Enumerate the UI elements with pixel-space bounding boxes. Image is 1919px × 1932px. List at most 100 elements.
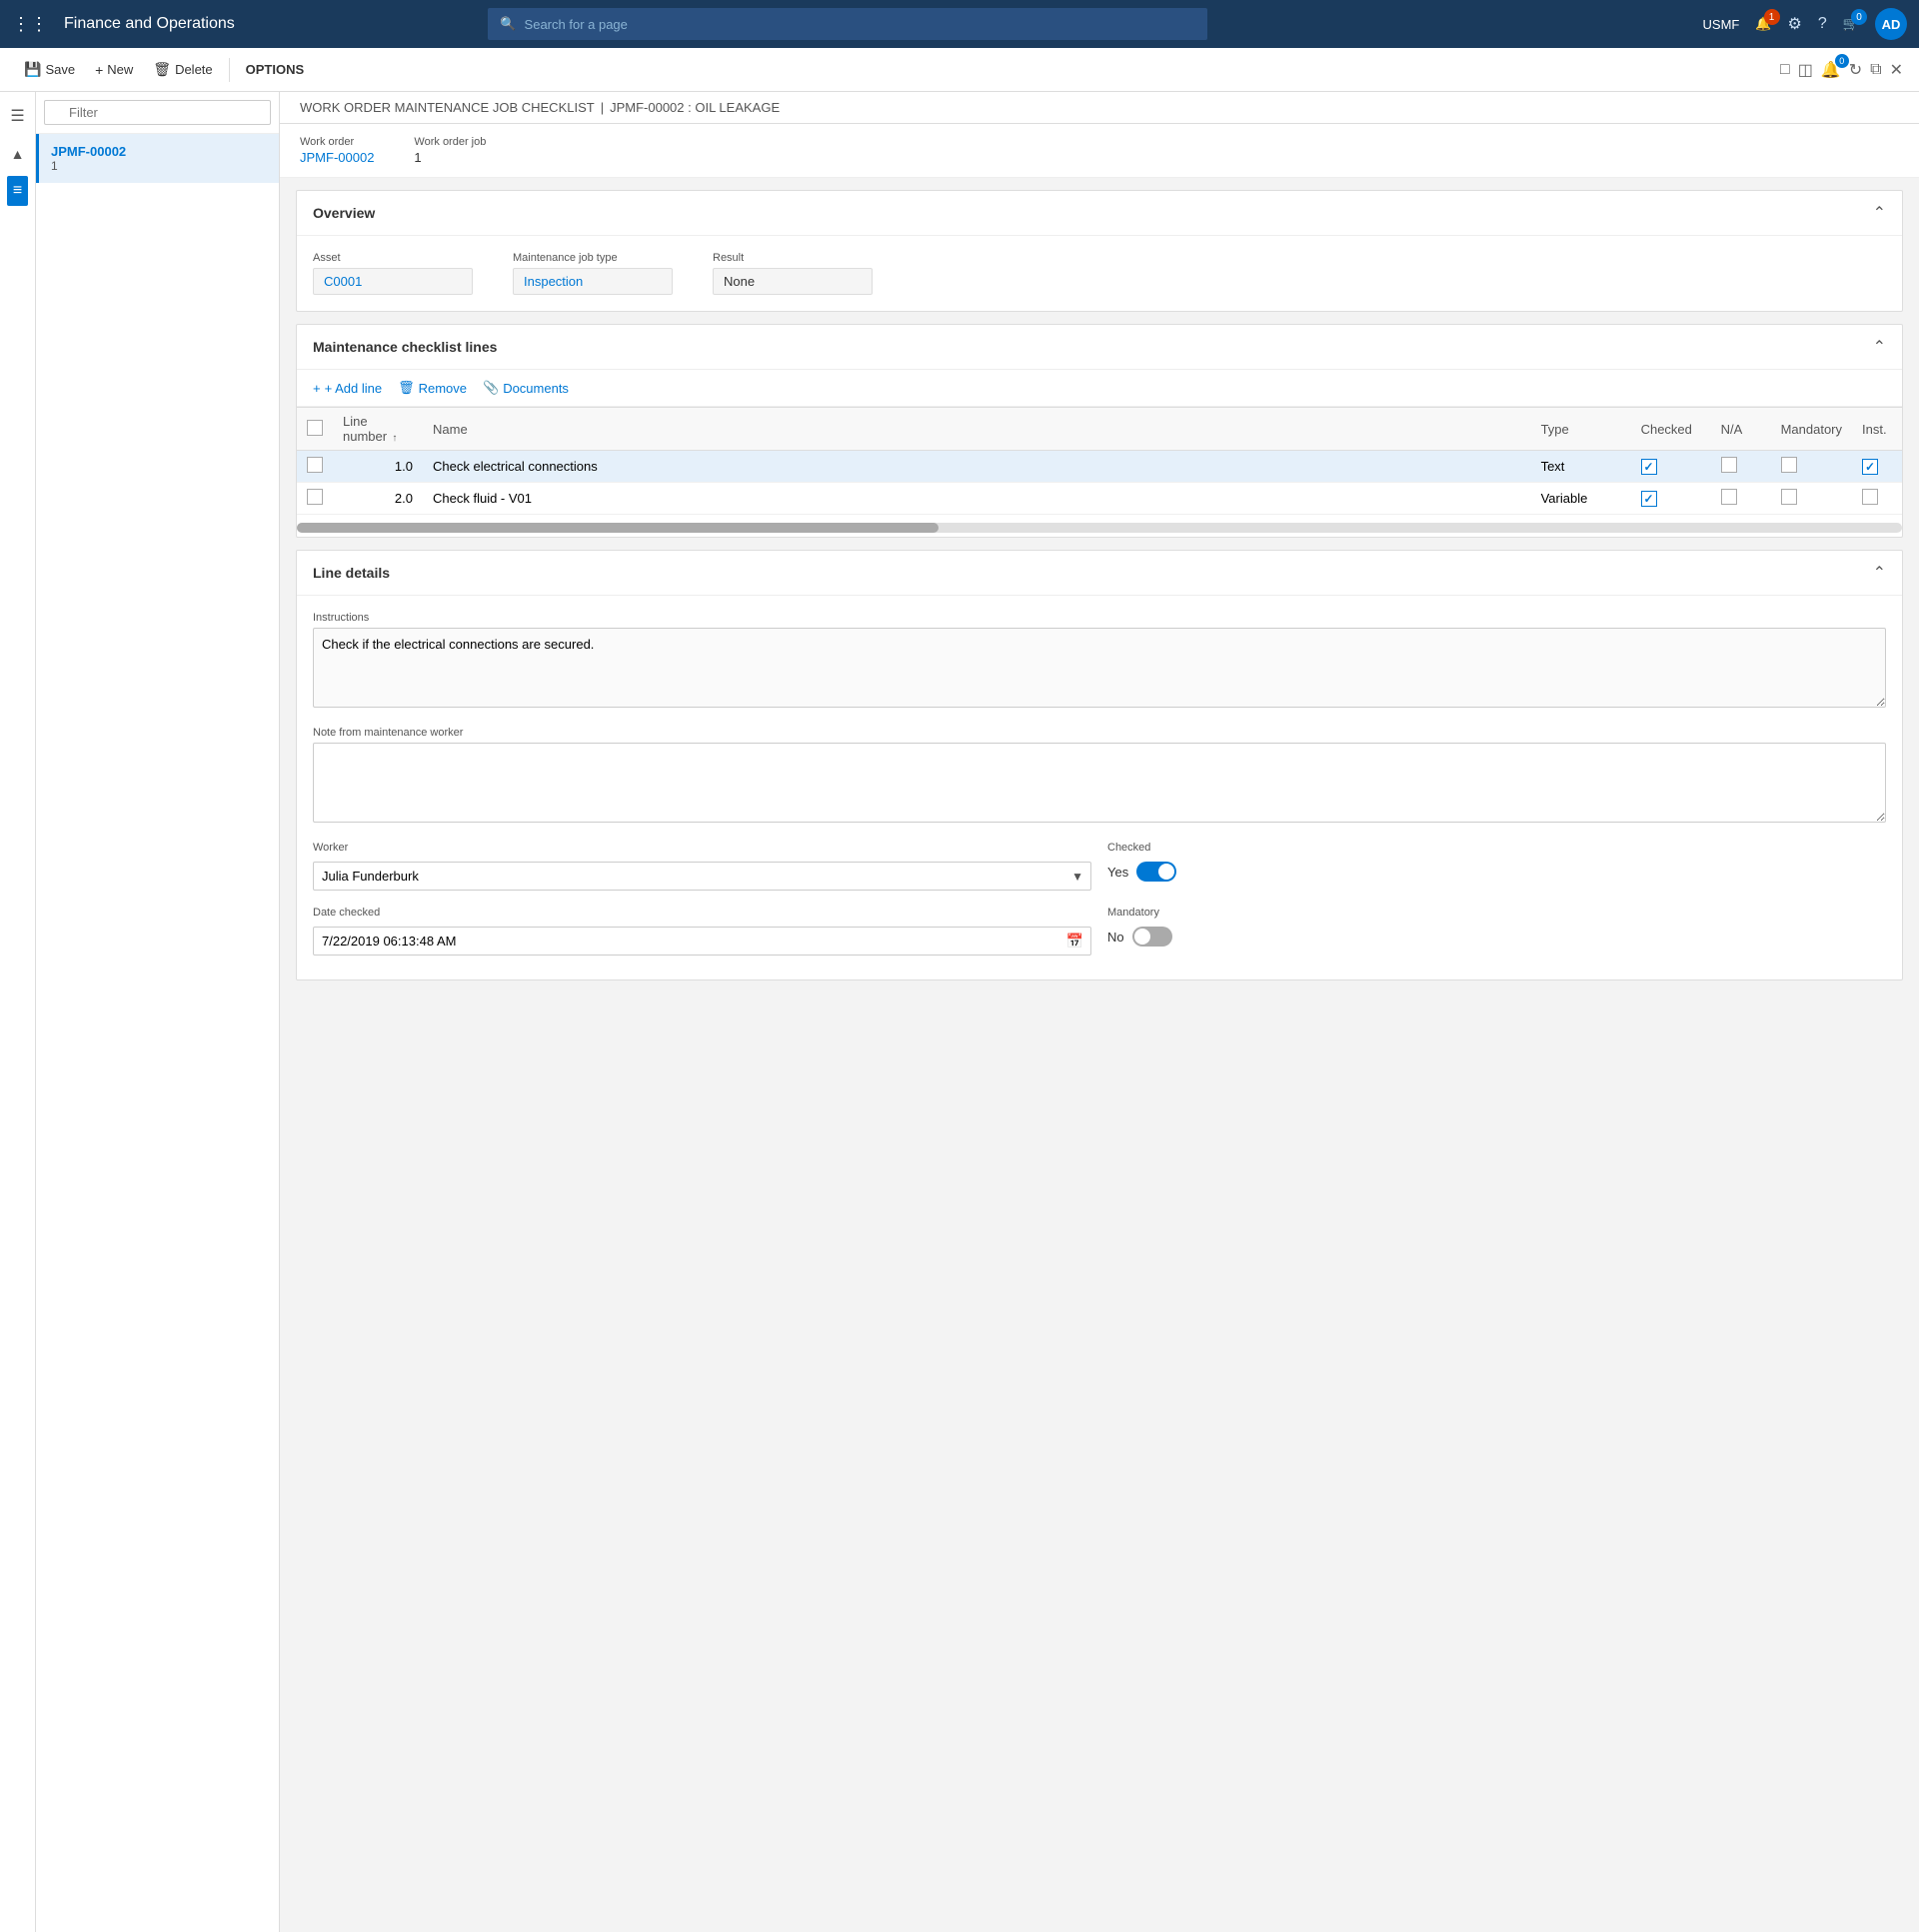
row-select-cell[interactable] bbox=[297, 451, 333, 483]
row-na-cell[interactable] bbox=[1711, 483, 1771, 515]
job-type-field: Maintenance job type Inspection bbox=[513, 252, 673, 295]
table-row[interactable]: 1.0Check electrical connectionsText bbox=[297, 451, 1902, 483]
asset-value[interactable]: C0001 bbox=[313, 268, 473, 295]
job-type-value[interactable]: Inspection bbox=[513, 268, 673, 295]
list-view-icon[interactable]: ≡ bbox=[7, 176, 28, 206]
header-checkbox[interactable] bbox=[307, 420, 323, 436]
checklist-section: Maintenance checklist lines ⌃ + + Add li… bbox=[296, 324, 1903, 538]
filter-icon[interactable]: ▲ bbox=[5, 140, 31, 168]
worker-select[interactable]: Julia Funderburk bbox=[313, 862, 1091, 891]
note-textarea[interactable] bbox=[313, 743, 1886, 823]
filter-input[interactable] bbox=[44, 100, 271, 125]
row-checked-cell[interactable] bbox=[1631, 483, 1711, 515]
sort-icon: ↑ bbox=[392, 433, 397, 444]
row-checkbox[interactable] bbox=[1641, 491, 1657, 507]
th-name[interactable]: Name bbox=[423, 408, 1531, 451]
open-new-icon[interactable]: ⧉ bbox=[1870, 61, 1881, 79]
list-item[interactable]: JPMF-00002 1 bbox=[36, 134, 279, 183]
mandatory-toggle-text: No bbox=[1107, 930, 1124, 945]
horizontal-scrollbar[interactable] bbox=[297, 523, 1902, 533]
row-checkbox[interactable] bbox=[1641, 459, 1657, 475]
row-checkbox[interactable] bbox=[1721, 489, 1737, 505]
mandatory-toggle[interactable] bbox=[1132, 927, 1172, 947]
breadcrumb-section: WORK ORDER MAINTENANCE JOB CHECKLIST bbox=[300, 100, 595, 115]
user-avatar[interactable]: AD bbox=[1875, 8, 1907, 40]
new-button[interactable]: + New bbox=[87, 58, 141, 82]
add-line-button[interactable]: + + Add line bbox=[313, 381, 382, 396]
row-inst-cell[interactable] bbox=[1852, 483, 1902, 515]
work-order-job-group: Work order job 1 bbox=[414, 136, 486, 165]
mandatory-toggle-field: Mandatory No bbox=[1107, 907, 1886, 956]
mandatory-toggle-label: Mandatory bbox=[1107, 907, 1886, 919]
menu-toggle-icon[interactable]: ☰ bbox=[4, 100, 30, 132]
left-panel: 🔍 JPMF-00002 1 bbox=[36, 92, 280, 1932]
checklist-header[interactable]: Maintenance checklist lines ⌃ bbox=[297, 325, 1902, 370]
checklist-collapse-icon[interactable]: ⌃ bbox=[1873, 337, 1886, 357]
overview-collapse-icon[interactable]: ⌃ bbox=[1873, 203, 1886, 223]
cart-button[interactable]: 🛒 0 bbox=[1843, 15, 1859, 33]
delete-button[interactable]: 🗑 Delete bbox=[145, 57, 220, 82]
th-inst[interactable]: Inst. bbox=[1852, 408, 1902, 451]
row-checkbox[interactable] bbox=[1781, 489, 1797, 505]
calendar-icon[interactable]: 📅 bbox=[1066, 933, 1083, 950]
row-checkbox[interactable] bbox=[1862, 459, 1878, 475]
new-icon: + bbox=[95, 62, 103, 78]
checked-toggle[interactable] bbox=[1136, 862, 1176, 882]
row-checkbox[interactable] bbox=[1721, 457, 1737, 473]
row-line-number: 1.0 bbox=[333, 451, 423, 483]
close-icon[interactable]: ✕ bbox=[1890, 60, 1903, 80]
date-field: Date checked 📅 bbox=[313, 907, 1091, 956]
refresh-icon[interactable]: ↻ bbox=[1849, 60, 1862, 80]
th-na[interactable]: N/A bbox=[1711, 408, 1771, 451]
row-mandatory-cell[interactable] bbox=[1771, 451, 1852, 483]
help-button[interactable]: ? bbox=[1818, 15, 1827, 33]
search-input[interactable] bbox=[525, 17, 1196, 32]
row-checkbox[interactable] bbox=[1862, 489, 1878, 505]
row-checked-cell[interactable] bbox=[1631, 451, 1711, 483]
line-details-body: Instructions Note from maintenance worke… bbox=[297, 596, 1902, 979]
th-mandatory[interactable]: Mandatory bbox=[1771, 408, 1852, 451]
work-order-value[interactable]: JPMF-00002 bbox=[300, 150, 374, 165]
date-label: Date checked bbox=[313, 907, 1091, 919]
line-details-collapse-icon[interactable]: ⌃ bbox=[1873, 563, 1886, 583]
grid-icon[interactable]: ⋮⋮ bbox=[12, 14, 48, 35]
save-button[interactable]: 💾 Save bbox=[16, 57, 83, 82]
row-line-number: 2.0 bbox=[333, 483, 423, 515]
instructions-textarea[interactable] bbox=[313, 628, 1886, 708]
notifications-icon[interactable]: 🔔 0 bbox=[1821, 60, 1841, 80]
th-type[interactable]: Type bbox=[1531, 408, 1631, 451]
search-box[interactable]: 🔍 bbox=[488, 8, 1207, 40]
settings-button[interactable]: ⚙ bbox=[1788, 14, 1802, 34]
layout-icon[interactable]: ◫ bbox=[1798, 60, 1813, 80]
notification-badge: 1 bbox=[1764, 9, 1780, 25]
date-wrap: 📅 bbox=[313, 927, 1091, 956]
row-mandatory-cell[interactable] bbox=[1771, 483, 1852, 515]
row-checkbox[interactable] bbox=[307, 457, 323, 473]
table-row[interactable]: 2.0Check fluid - V01Variable bbox=[297, 483, 1902, 515]
date-input[interactable] bbox=[313, 927, 1091, 956]
view-icon[interactable]: □ bbox=[1780, 61, 1790, 79]
row-na-cell[interactable] bbox=[1711, 451, 1771, 483]
filter-wrap: 🔍 bbox=[44, 100, 271, 125]
result-value[interactable]: None bbox=[713, 268, 873, 295]
scroll-thumb[interactable] bbox=[297, 523, 939, 533]
bottom-fields: Worker Julia Funderburk ▼ Checked Yes bbox=[313, 842, 1886, 964]
worker-select-wrap: Julia Funderburk ▼ bbox=[313, 862, 1091, 891]
row-select-cell[interactable] bbox=[297, 483, 333, 515]
th-checked[interactable]: Checked bbox=[1631, 408, 1711, 451]
row-inst-cell[interactable] bbox=[1852, 451, 1902, 483]
checklist-title: Maintenance checklist lines bbox=[313, 339, 497, 355]
th-line-number[interactable]: Line number ↑ bbox=[333, 408, 423, 451]
overview-header[interactable]: Overview ⌃ bbox=[297, 191, 1902, 236]
row-checkbox[interactable] bbox=[1781, 457, 1797, 473]
options-button[interactable]: OPTIONS bbox=[238, 58, 313, 81]
filter-box: 🔍 bbox=[36, 92, 279, 134]
remove-icon: 🗑 bbox=[398, 380, 415, 396]
work-order-label: Work order bbox=[300, 136, 374, 148]
row-checkbox[interactable] bbox=[307, 489, 323, 505]
documents-button[interactable]: 📎 Documents bbox=[483, 380, 569, 396]
line-details-header[interactable]: Line details ⌃ bbox=[297, 551, 1902, 596]
remove-button[interactable]: 🗑 Remove bbox=[398, 380, 467, 396]
result-label: Result bbox=[713, 252, 873, 264]
notification-button[interactable]: 🔔 1 bbox=[1755, 15, 1771, 33]
